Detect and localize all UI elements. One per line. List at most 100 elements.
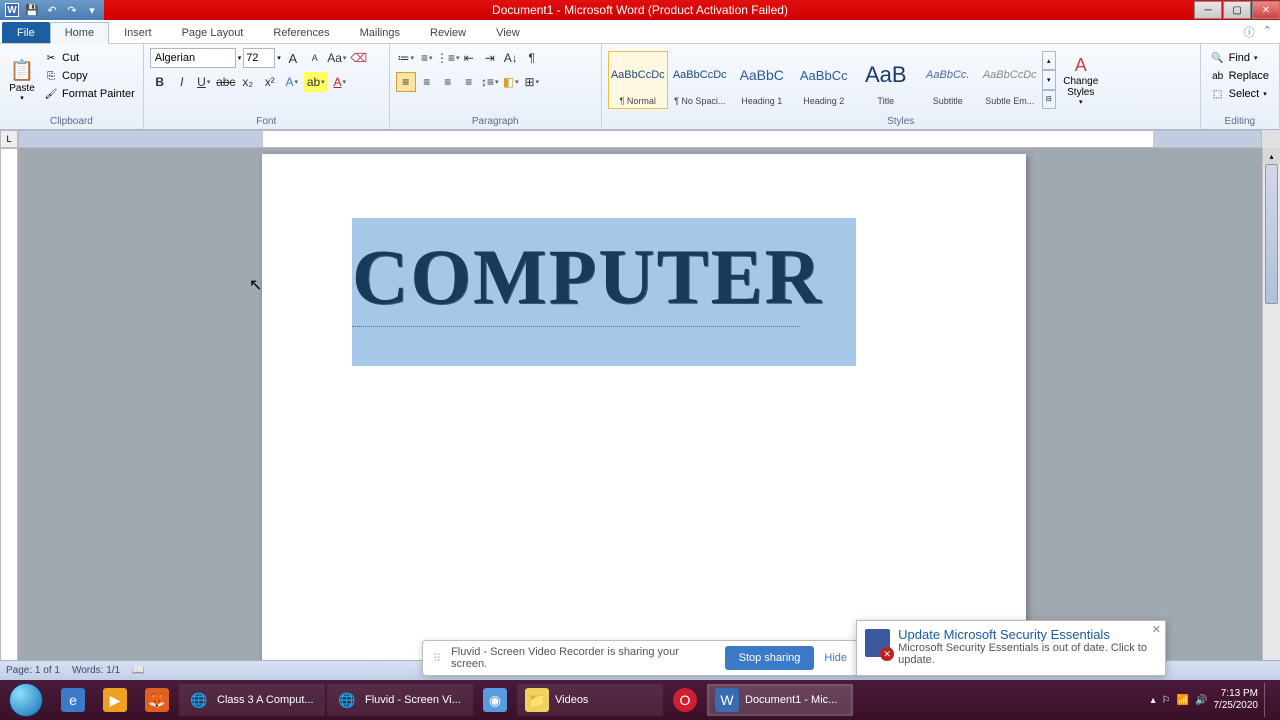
start-button[interactable] bbox=[0, 680, 52, 720]
shrink-font-button[interactable]: A bbox=[305, 48, 325, 68]
tray-flag-icon[interactable]: ⚐ bbox=[1162, 695, 1171, 706]
redo-icon[interactable]: ↷ bbox=[64, 2, 80, 18]
decrease-indent-button[interactable]: ⇤ bbox=[459, 48, 479, 68]
strikethrough-button[interactable]: abc bbox=[216, 72, 236, 92]
sort-button[interactable]: A↓ bbox=[501, 48, 521, 68]
replace-button[interactable]: abReplace bbox=[1209, 68, 1271, 84]
grow-font-button[interactable]: A bbox=[283, 48, 303, 68]
bold-button[interactable]: B bbox=[150, 72, 170, 92]
horizontal-ruler[interactable]: L bbox=[0, 130, 1280, 148]
style-normal[interactable]: AaBbCcDc¶ Normal bbox=[608, 51, 668, 109]
styles-label: Styles bbox=[606, 114, 1196, 129]
increase-indent-button[interactable]: ⇥ bbox=[480, 48, 500, 68]
italic-button[interactable]: I bbox=[172, 72, 192, 92]
tab-home[interactable]: Home bbox=[50, 22, 109, 44]
taskbar-chromium[interactable]: ◉ bbox=[475, 684, 515, 716]
tray-volume-icon[interactable]: 🔊 bbox=[1195, 695, 1207, 706]
tab-selector[interactable]: L bbox=[0, 130, 18, 148]
document-text[interactable]: COMPUTER bbox=[352, 232, 823, 322]
style-title[interactable]: AaBTitle bbox=[856, 51, 916, 109]
find-button[interactable]: 🔍Find ▾ bbox=[1209, 50, 1271, 66]
superscript-button[interactable]: x² bbox=[260, 72, 280, 92]
tab-insert[interactable]: Insert bbox=[109, 22, 167, 43]
font-size-select[interactable] bbox=[243, 48, 275, 68]
scroll-thumb[interactable] bbox=[1265, 164, 1278, 304]
word-app-icon[interactable]: W bbox=[4, 2, 20, 18]
cut-button[interactable]: ✂Cut bbox=[42, 50, 137, 66]
text-effects-button[interactable]: A bbox=[282, 72, 302, 92]
vertical-ruler[interactable] bbox=[0, 148, 18, 692]
multilevel-button[interactable]: ⋮≡ bbox=[438, 48, 458, 68]
qat-dropdown-icon[interactable]: ▾ bbox=[84, 2, 100, 18]
tab-page-layout[interactable]: Page Layout bbox=[167, 22, 259, 43]
underline-button[interactable]: U bbox=[194, 72, 214, 92]
document-page[interactable]: COMPUTER bbox=[262, 154, 1026, 692]
justify-button[interactable]: ≡ bbox=[459, 72, 479, 92]
taskbar-word[interactable]: WDocument1 - Mic... bbox=[707, 684, 853, 716]
style-subtle-em[interactable]: AaBbCcDcSubtle Em... bbox=[980, 51, 1040, 109]
minimize-ribbon-icon[interactable]: ⌃ bbox=[1263, 24, 1272, 40]
close-button[interactable]: ✕ bbox=[1252, 1, 1280, 19]
paste-button[interactable]: 📋 Paste ▾ bbox=[4, 46, 40, 114]
tray-up-icon[interactable]: ▴ bbox=[1151, 695, 1156, 706]
shading-button[interactable]: ◧ bbox=[501, 72, 521, 92]
font-size-dropdown[interactable]: ▾ bbox=[277, 54, 281, 62]
tab-mailings[interactable]: Mailings bbox=[345, 22, 415, 43]
line-spacing-button[interactable]: ↕≡ bbox=[480, 72, 500, 92]
font-name-dropdown[interactable]: ▾ bbox=[238, 54, 242, 62]
hide-share-button[interactable]: Hide bbox=[824, 652, 847, 664]
align-center-button[interactable]: ≡ bbox=[417, 72, 437, 92]
copy-button[interactable]: ⎘Copy bbox=[42, 68, 137, 84]
align-left-button[interactable]: ≡ bbox=[396, 72, 416, 92]
security-close-button[interactable]: ✕ bbox=[1152, 623, 1161, 636]
subscript-button[interactable]: x₂ bbox=[238, 72, 258, 92]
stop-sharing-button[interactable]: Stop sharing bbox=[725, 646, 815, 670]
page-status[interactable]: Page: 1 of 1 bbox=[6, 665, 60, 676]
show-desktop-button[interactable] bbox=[1264, 683, 1272, 717]
tab-view[interactable]: View bbox=[481, 22, 535, 43]
show-marks-button[interactable]: ¶ bbox=[522, 48, 542, 68]
style-heading1[interactable]: AaBbCHeading 1 bbox=[732, 51, 792, 109]
undo-icon[interactable]: ↶ bbox=[44, 2, 60, 18]
clear-formatting-button[interactable]: ⌫ bbox=[349, 48, 369, 68]
help-icon[interactable]: ⓘ bbox=[1244, 24, 1255, 40]
align-right-button[interactable]: ≡ bbox=[438, 72, 458, 92]
tray-network-icon[interactable]: 📶 bbox=[1177, 695, 1189, 706]
tab-review[interactable]: Review bbox=[415, 22, 481, 43]
maximize-button[interactable]: ▢ bbox=[1223, 1, 1251, 19]
security-notification[interactable]: Update Microsoft Security Essentials Mic… bbox=[856, 620, 1166, 676]
font-name-select[interactable] bbox=[150, 48, 236, 68]
tab-references[interactable]: References bbox=[258, 22, 344, 43]
highlight-button[interactable]: ab bbox=[304, 72, 328, 92]
numbering-button[interactable]: ≡ bbox=[417, 48, 437, 68]
taskbar-explorer[interactable]: 📁Videos bbox=[517, 684, 663, 716]
style-no-spacing[interactable]: AaBbCcDc¶ No Spaci... bbox=[670, 51, 730, 109]
vertical-scrollbar[interactable]: ▴ ▾ bbox=[1262, 148, 1280, 692]
font-color-button[interactable]: A bbox=[330, 72, 350, 92]
share-drag-icon[interactable]: ⠿ bbox=[433, 652, 441, 665]
proofing-icon[interactable]: 📖 bbox=[132, 665, 144, 676]
scroll-up-button[interactable]: ▴ bbox=[1263, 148, 1280, 164]
format-painter-button[interactable]: 🖌Format Painter bbox=[42, 86, 137, 102]
taskbar-wmp[interactable]: ▶ bbox=[95, 684, 135, 716]
taskbar-opera[interactable]: O bbox=[665, 684, 705, 716]
word-count[interactable]: Words: 1/1 bbox=[72, 665, 120, 676]
styles-gallery: AaBbCcDc¶ Normal AaBbCcDc¶ No Spaci... A… bbox=[606, 46, 1058, 114]
select-button[interactable]: ⬚Select ▾ bbox=[1209, 86, 1271, 102]
change-case-button[interactable]: Aa bbox=[327, 48, 347, 68]
taskbar-ie[interactable]: e bbox=[53, 684, 93, 716]
taskbar-chrome2[interactable]: 🌐Fluvid - Screen Vi... bbox=[327, 684, 473, 716]
bullets-button[interactable]: ≔ bbox=[396, 48, 416, 68]
tab-file[interactable]: File bbox=[2, 22, 50, 43]
save-icon[interactable]: 💾 bbox=[24, 2, 40, 18]
style-heading2[interactable]: AaBbCcHeading 2 bbox=[794, 51, 854, 109]
minimize-button[interactable]: ─ bbox=[1194, 1, 1222, 19]
taskbar-chrome1[interactable]: 🌐Class 3 A Comput... bbox=[179, 684, 325, 716]
tray-clock[interactable]: 7:13 PM 7/25/2020 bbox=[1214, 688, 1259, 712]
borders-button[interactable]: ⊞ bbox=[522, 72, 542, 92]
styles-scroll[interactable]: ▴▾⊟ bbox=[1042, 51, 1056, 109]
style-subtitle[interactable]: AaBbCc.Subtitle bbox=[918, 51, 978, 109]
scissors-icon: ✂ bbox=[44, 51, 58, 65]
change-styles-button[interactable]: A Change Styles ▾ bbox=[1058, 46, 1104, 114]
taskbar-firefox[interactable]: 🦊 bbox=[137, 684, 177, 716]
